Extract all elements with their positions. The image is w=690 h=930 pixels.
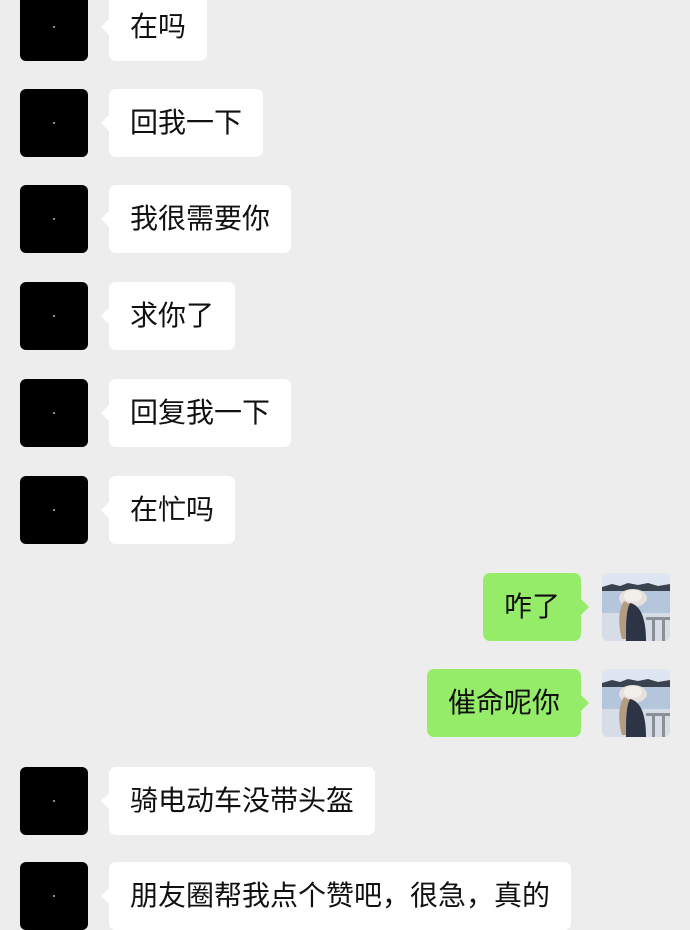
contact-avatar-icon[interactable] [20, 282, 88, 350]
message-bubble[interactable]: 朋友圈帮我点个赞吧，很急，真的 [100, 862, 572, 930]
contact-avatar-icon[interactable] [20, 476, 88, 544]
contact-avatar-icon[interactable] [20, 767, 88, 835]
contact-avatar-icon[interactable] [20, 862, 88, 930]
chat-message-list[interactable]: 在吗 回我一下 我很需要你 求你了 回复我一下 在忙吗 咋了 催命呢你 骑电动车… [0, 0, 690, 930]
message-bubble[interactable]: 催命呢你 [426, 669, 590, 737]
message-outgoing: 催命呢你 [0, 669, 690, 737]
message-bubble[interactable]: 求你了 [100, 282, 236, 350]
message-bubble[interactable]: 回我一下 [100, 89, 264, 157]
contact-avatar-icon[interactable] [20, 185, 88, 253]
message-incoming: 在忙吗 [0, 476, 690, 544]
message-bubble[interactable]: 回复我一下 [100, 379, 292, 447]
message-incoming: 骑电动车没带头盔 [0, 767, 690, 835]
message-incoming: 回复我一下 [0, 379, 690, 447]
message-incoming: 朋友圈帮我点个赞吧，很急，真的 [0, 862, 690, 930]
message-bubble[interactable]: 咋了 [482, 573, 590, 641]
message-incoming: 回我一下 [0, 89, 690, 157]
message-incoming: 我很需要你 [0, 185, 690, 253]
user-photo-avatar-icon[interactable] [602, 573, 670, 641]
contact-avatar-icon[interactable] [20, 379, 88, 447]
message-incoming: 在吗 [0, 0, 690, 61]
message-bubble[interactable]: 在吗 [100, 0, 208, 61]
user-photo-avatar-icon[interactable] [602, 669, 670, 737]
contact-avatar-icon[interactable] [20, 89, 88, 157]
contact-avatar-icon[interactable] [20, 0, 88, 61]
message-outgoing: 咋了 [0, 573, 690, 641]
message-bubble[interactable]: 我很需要你 [100, 185, 292, 253]
message-bubble[interactable]: 在忙吗 [100, 476, 236, 544]
message-incoming: 求你了 [0, 282, 690, 350]
message-bubble[interactable]: 骑电动车没带头盔 [100, 767, 376, 835]
